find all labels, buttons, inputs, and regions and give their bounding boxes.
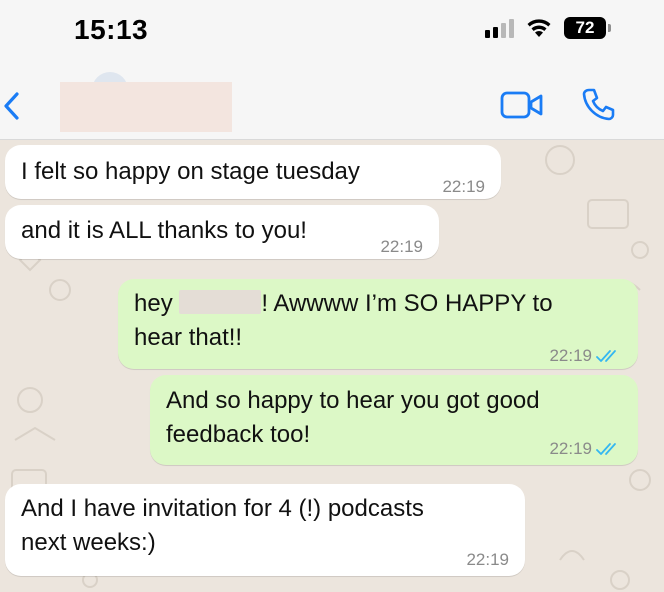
message-text-start: hey — [134, 290, 180, 317]
status-time: 15:13 — [74, 14, 149, 45]
status-bar: 15:13 72 — [0, 0, 664, 62]
message-meta: 22:19 — [549, 339, 622, 373]
message-text: and it is ALL thanks to you! — [21, 217, 307, 244]
message-bubble-incoming[interactable]: And I have invitation for 4 (!) podcasts… — [5, 484, 525, 576]
message-meta: 22:19 — [442, 170, 485, 204]
status-icons: 72 — [485, 17, 611, 39]
read-ticks-icon — [596, 350, 616, 362]
message-text-line2: hear that!! — [134, 324, 243, 351]
video-call-icon[interactable] — [500, 90, 544, 120]
redacted-name — [179, 290, 262, 314]
contact-name[interactable] — [60, 82, 232, 132]
battery-level: 72 — [575, 18, 595, 37]
message-time: 22:19 — [549, 346, 592, 365]
message-meta: 22:19 — [549, 432, 622, 466]
message-bubble-incoming[interactable]: and it is ALL thanks to you! 22:19 — [5, 205, 439, 259]
message-text-line1: And so happy to hear you got good — [166, 387, 540, 414]
message-text-line2: next weeks:) — [21, 529, 156, 556]
message-bubble-outgoing[interactable]: And so happy to hear you got good feedba… — [150, 375, 638, 465]
message-time: 22:19 — [549, 439, 592, 458]
message-text: I felt so happy on stage tuesday — [21, 158, 360, 185]
wifi-icon — [527, 19, 551, 37]
signal-icon — [485, 18, 514, 38]
battery-icon: 72 — [564, 17, 611, 39]
phone-icon[interactable] — [580, 86, 616, 122]
message-time: 22:19 — [442, 177, 485, 196]
back-chevron-icon[interactable] — [0, 86, 28, 126]
message-time: 22:19 — [380, 237, 423, 256]
read-ticks-icon — [596, 443, 616, 455]
message-text-end: ! Awwww I’m SO HAPPY to — [261, 290, 553, 317]
message-time: 22:19 — [466, 550, 509, 569]
message-text-line2: feedback too! — [166, 421, 311, 448]
chat-area[interactable]: I felt so happy on stage tuesday 22:19 a… — [0, 140, 664, 592]
message-text-line1: And I have invitation for 4 (!) podcasts — [21, 495, 424, 522]
message-meta: 22:19 — [380, 230, 423, 264]
message-bubble-outgoing[interactable]: hey ! Awwww I’m SO HAPPY to hear that!! … — [118, 279, 638, 369]
message-meta: 22:19 — [466, 543, 509, 577]
chat-header — [0, 62, 664, 140]
message-bubble-incoming[interactable]: I felt so happy on stage tuesday 22:19 — [5, 145, 501, 199]
message-text: And I have invitation for 4 (!) podcasts… — [21, 484, 509, 560]
